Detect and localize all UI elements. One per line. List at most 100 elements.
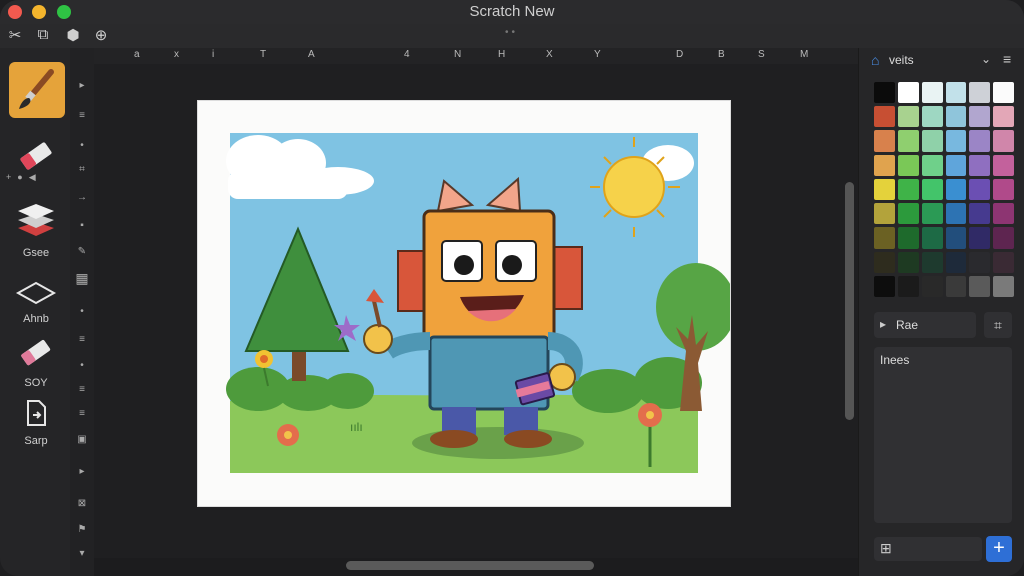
color-swatch[interactable]	[969, 251, 991, 273]
eraser-tool-button[interactable]	[7, 136, 65, 181]
export-tool-label: Sarp	[24, 435, 48, 447]
color-swatch[interactable]	[897, 154, 919, 176]
frame-icon[interactable]: ⌗	[74, 164, 90, 175]
zoom-icon[interactable]: ⊕	[92, 26, 110, 44]
ruler-mark: Y	[594, 49, 601, 60]
color-swatch[interactable]	[969, 154, 991, 176]
color-swatch[interactable]	[993, 82, 1014, 104]
color-swatch[interactable]	[897, 227, 919, 249]
crop-icon[interactable]: ⧉	[34, 26, 52, 43]
color-swatch[interactable]	[945, 82, 967, 104]
color-swatch[interactable]	[993, 130, 1014, 152]
shape-tool-button[interactable]: Ahnb	[7, 280, 65, 325]
color-swatch[interactable]	[945, 106, 967, 128]
color-swatch[interactable]	[874, 82, 895, 104]
color-swatch[interactable]	[921, 130, 943, 152]
panel-footer[interactable]: ⊞	[874, 537, 982, 561]
play-icon[interactable]: ▸	[74, 80, 90, 91]
color-swatch[interactable]	[921, 82, 943, 104]
square-icon[interactable]: ▪	[74, 220, 90, 231]
pen-icon[interactable]: ✎	[74, 246, 90, 257]
color-swatch[interactable]	[993, 154, 1014, 176]
dot-icon[interactable]: •	[74, 140, 90, 151]
color-swatch[interactable]	[897, 130, 919, 152]
color-swatch[interactable]	[945, 130, 967, 152]
color-swatch[interactable]	[874, 203, 895, 225]
color-swatch[interactable]	[945, 251, 967, 273]
color-swatch[interactable]	[969, 178, 991, 201]
color-swatch[interactable]	[969, 227, 991, 249]
color-swatch[interactable]	[921, 154, 943, 176]
ruler-mark: D	[676, 49, 684, 60]
notes-panel[interactable]: Inees	[874, 347, 1012, 523]
color-swatch[interactable]	[993, 178, 1014, 201]
dot-icon-3[interactable]: •	[74, 360, 90, 371]
color-swatch[interactable]	[969, 203, 991, 225]
brush-tool-button[interactable]	[9, 62, 65, 118]
color-swatch[interactable]	[874, 178, 895, 201]
ruler-mark: a	[134, 49, 140, 60]
color-swatch[interactable]	[897, 251, 919, 273]
color-swatch[interactable]	[969, 275, 991, 297]
color-swatch[interactable]	[993, 275, 1014, 297]
lines-icon[interactable]: ≡	[74, 110, 90, 121]
color-swatch[interactable]	[993, 227, 1014, 249]
color-swatch[interactable]	[897, 203, 919, 225]
add-button[interactable]: +	[986, 536, 1012, 562]
drawing-paper[interactable]: ıılı	[198, 101, 736, 506]
grid-icon[interactable]: ▦	[74, 270, 90, 287]
color-swatch[interactable]	[969, 130, 991, 152]
color-swatch[interactable]	[921, 251, 943, 273]
table-icon[interactable]: ⊞	[880, 540, 892, 557]
dot-icon-2[interactable]: •	[74, 306, 90, 317]
color-swatch[interactable]	[897, 275, 919, 297]
scissors-icon[interactable]: ✂	[6, 26, 24, 44]
eraser-secondary-tool-button[interactable]: SOY	[7, 336, 65, 389]
color-swatch[interactable]	[993, 251, 1014, 273]
lines-icon-4[interactable]: ≡	[74, 408, 90, 419]
color-swatch[interactable]	[874, 275, 895, 297]
svg-text:ıılı: ıılı	[350, 420, 363, 434]
color-swatch[interactable]	[874, 251, 895, 273]
swatch-action-button[interactable]: ▸ Rae	[874, 312, 976, 338]
color-swatch[interactable]	[993, 203, 1014, 225]
arrow-icon[interactable]: →	[74, 192, 90, 203]
color-swatch[interactable]	[945, 203, 967, 225]
chevron-down-icon[interactable]: ⌄	[981, 52, 991, 66]
lines-icon-2[interactable]: ≡	[74, 334, 90, 345]
shape-icon[interactable]: ⬢	[64, 26, 82, 44]
export-tool-button[interactable]: Sarp	[7, 398, 65, 447]
color-swatch[interactable]	[921, 275, 943, 297]
color-swatch[interactable]	[897, 106, 919, 128]
layers-tool-button[interactable]: Gsee	[7, 198, 65, 259]
vertical-scrollbar[interactable]	[845, 182, 854, 420]
color-swatch[interactable]	[921, 178, 943, 201]
crop-button[interactable]: ⌗	[984, 312, 1012, 338]
arrow-down-icon[interactable]: ▾	[74, 548, 90, 559]
color-swatch[interactable]	[921, 227, 943, 249]
flag-icon[interactable]: ⚑	[74, 524, 90, 535]
horizontal-scrollbar[interactable]	[346, 561, 594, 570]
color-swatch[interactable]	[945, 178, 967, 201]
color-swatch[interactable]	[945, 154, 967, 176]
color-swatch[interactable]	[874, 106, 895, 128]
color-swatch[interactable]	[945, 227, 967, 249]
eraser-secondary-icon	[21, 340, 51, 366]
color-swatch[interactable]	[921, 203, 943, 225]
play-icon-2[interactable]: ▸	[74, 466, 90, 477]
color-swatch[interactable]	[993, 106, 1014, 128]
color-swatch[interactable]	[874, 130, 895, 152]
color-swatch[interactable]	[969, 82, 991, 104]
lines-icon-3[interactable]: ≡	[74, 384, 90, 395]
color-swatch[interactable]	[969, 106, 991, 128]
drag-handle-icon[interactable]: ••	[505, 27, 518, 38]
color-swatch[interactable]	[897, 178, 919, 201]
image-icon[interactable]: ▣	[74, 434, 90, 445]
color-swatch[interactable]	[874, 154, 895, 176]
color-swatch[interactable]	[897, 82, 919, 104]
menu-icon[interactable]: ≡	[1003, 51, 1011, 67]
color-swatch[interactable]	[921, 106, 943, 128]
color-swatch[interactable]	[874, 227, 895, 249]
color-swatch[interactable]	[945, 275, 967, 297]
image-icon-2[interactable]: ⊠	[74, 498, 90, 509]
